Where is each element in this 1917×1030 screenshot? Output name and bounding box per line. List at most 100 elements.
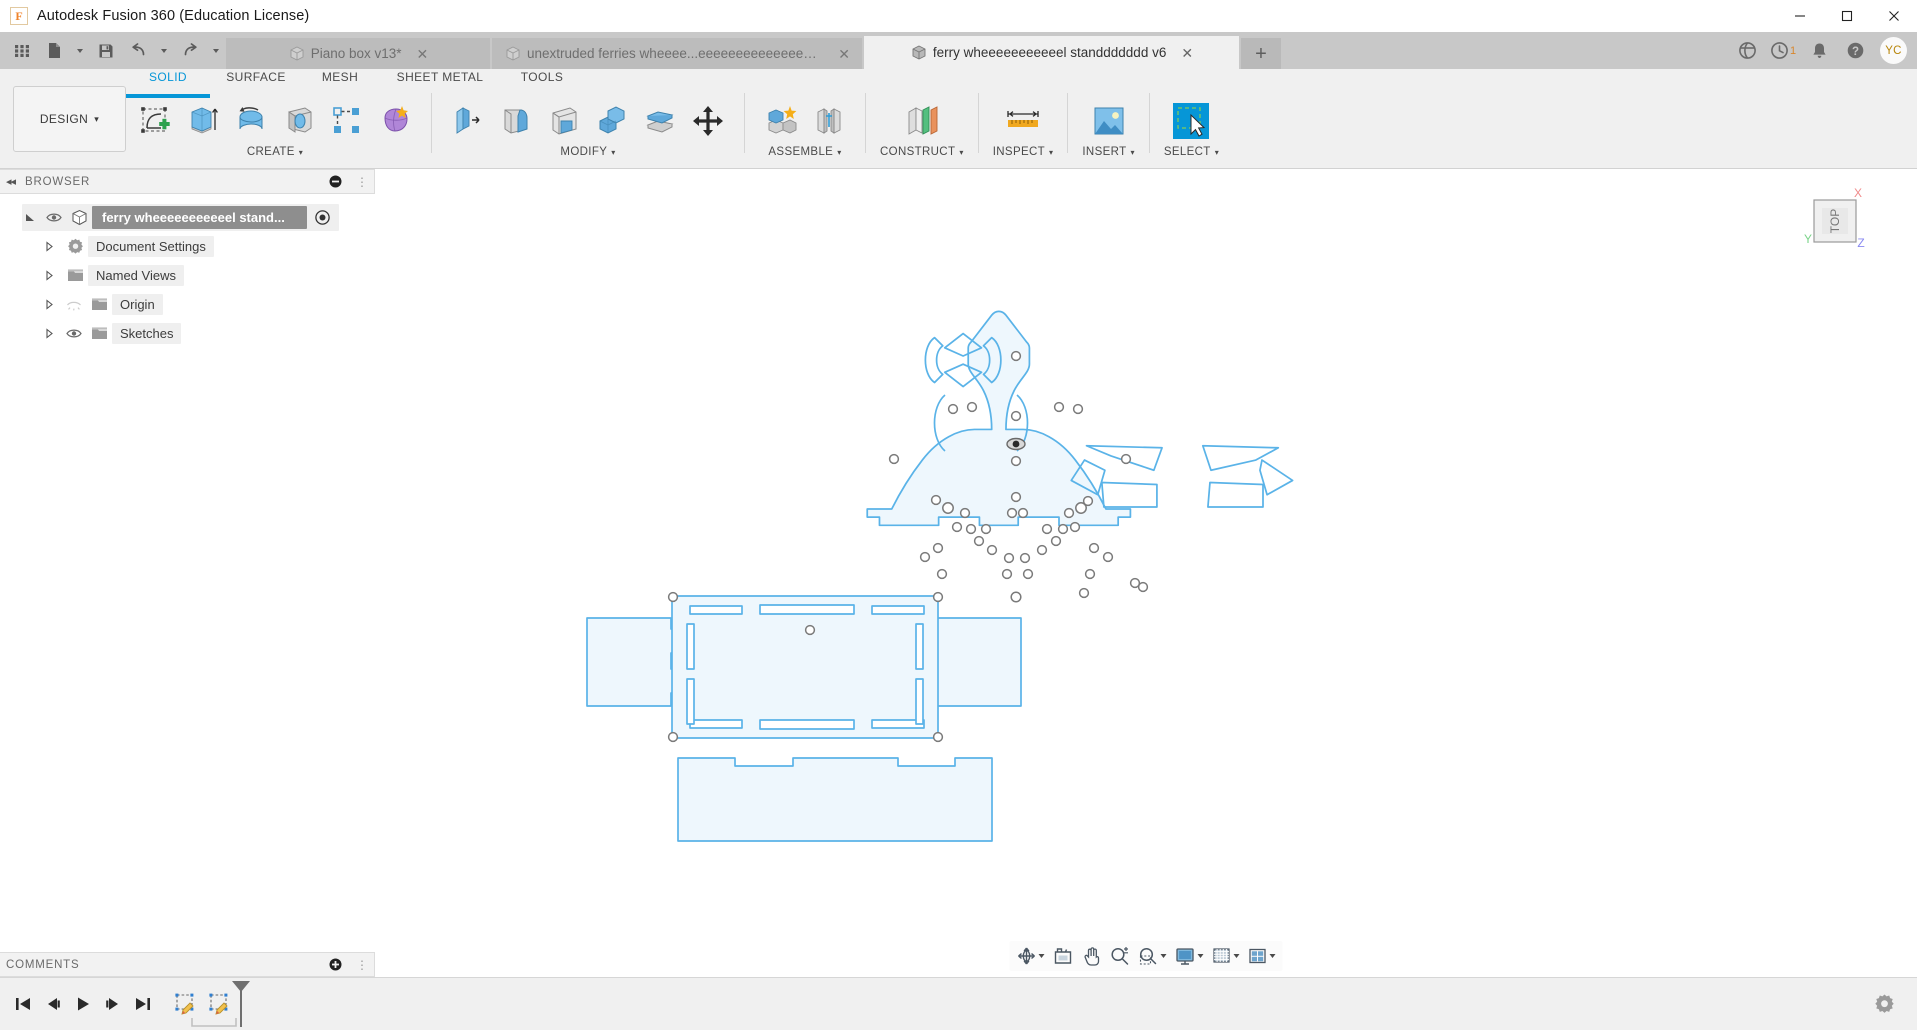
document-tab-1[interactable]: Piano box v13* ✕ xyxy=(226,38,490,69)
minus-circle-icon[interactable] xyxy=(329,175,342,188)
chevron-down-icon[interactable] xyxy=(1038,954,1045,958)
document-tab-3[interactable]: ferry wheeeeeeeeeeel standdddddd v6 ✕ xyxy=(864,36,1239,69)
save-button[interactable] xyxy=(90,35,122,67)
panel-select-label[interactable]: SELECT ▾ xyxy=(1164,146,1219,158)
panel-modify-label[interactable]: MODIFY ▾ xyxy=(560,146,615,158)
tree-item-named-views[interactable]: Named Views xyxy=(0,261,375,290)
timeline-go-to-end[interactable] xyxy=(128,986,158,1022)
new-document-button[interactable] xyxy=(38,35,70,67)
shell-tool[interactable] xyxy=(542,99,586,143)
view-cube[interactable]: TOP X Y Z xyxy=(1800,183,1870,253)
expand-triangle-icon[interactable] xyxy=(24,212,42,224)
chevron-down-icon[interactable] xyxy=(1160,954,1167,958)
display-settings-tool[interactable] xyxy=(1172,943,1207,969)
tab-mesh[interactable]: MESH xyxy=(302,67,378,89)
grip-icon[interactable]: ⋮ xyxy=(356,958,368,972)
joint-tool[interactable] xyxy=(807,99,851,143)
notifications-bell-icon[interactable] xyxy=(1802,34,1836,68)
select-tool[interactable] xyxy=(1169,99,1213,143)
measure-tool[interactable] xyxy=(999,99,1047,143)
timeline-step-forward[interactable] xyxy=(98,986,128,1022)
pan-tool[interactable] xyxy=(1079,943,1105,969)
tab-sheet-metal[interactable]: SHEET METAL xyxy=(378,67,502,89)
create-sketch-tool[interactable] xyxy=(133,99,177,143)
new-tab-button[interactable]: + xyxy=(1241,38,1281,69)
panel-assemble-label[interactable]: ASSEMBLE ▾ xyxy=(768,146,841,158)
chevron-down-icon[interactable] xyxy=(1233,954,1240,958)
form-tool[interactable] xyxy=(373,99,417,143)
tab-tools[interactable]: TOOLS xyxy=(502,67,582,89)
redo-button[interactable] xyxy=(174,35,206,67)
tab-surface[interactable]: SURFACE xyxy=(210,67,302,89)
plus-circle-icon[interactable] xyxy=(329,958,342,971)
title-bar: F Autodesk Fusion 360 (Education License… xyxy=(0,0,1917,32)
fit-tool[interactable] xyxy=(1135,943,1170,969)
design-canvas[interactable]: TOP X Y Z xyxy=(375,169,1917,977)
tab-solid[interactable]: SOLID xyxy=(126,67,210,98)
redo-caret-icon[interactable] xyxy=(206,35,226,67)
panel-insert-label[interactable]: INSERT ▾ xyxy=(1082,146,1134,158)
chevron-down-icon[interactable] xyxy=(1269,954,1276,958)
minimize-icon[interactable] xyxy=(1776,0,1823,32)
main-body: ◂◂ BROWSER ⋮ ferry wheeeeeeeeeeel stand.… xyxy=(0,169,1917,977)
document-tab-2[interactable]: unextruded ferries wheeee...eeeeeeeeeeee… xyxy=(492,38,862,69)
offset-face-tool[interactable] xyxy=(638,99,682,143)
zoom-tool[interactable] xyxy=(1107,943,1133,969)
orbit-tool[interactable] xyxy=(1014,943,1048,969)
pattern-tool[interactable] xyxy=(325,99,369,143)
grid-snaps-tool[interactable] xyxy=(1209,943,1243,969)
sketch-geometry[interactable] xyxy=(375,169,1917,977)
combine-tool[interactable] xyxy=(590,99,634,143)
comments-panel-header[interactable]: COMMENTS ⋮ xyxy=(0,952,375,977)
move-copy-tool[interactable] xyxy=(686,99,730,143)
expand-triangle-icon[interactable] xyxy=(44,241,62,252)
timeline-step-back[interactable] xyxy=(38,986,68,1022)
workspace-switcher[interactable]: DESIGN ▾ xyxy=(13,86,126,152)
thicken-tool[interactable] xyxy=(446,99,490,143)
visibility-eye-off-icon[interactable] xyxy=(62,299,86,311)
new-component-tool[interactable] xyxy=(759,99,803,143)
job-status-icon[interactable]: 1 xyxy=(1766,34,1800,68)
expand-triangle-icon[interactable] xyxy=(44,299,62,310)
extrude-tool[interactable] xyxy=(181,99,225,143)
close-icon[interactable] xyxy=(1870,0,1917,32)
folder-icon xyxy=(86,326,112,341)
timeline-settings-gear-icon[interactable] xyxy=(1874,994,1895,1015)
expand-triangle-icon[interactable] xyxy=(44,270,62,281)
expand-triangle-icon[interactable] xyxy=(44,328,62,339)
timeline-go-to-beginning[interactable] xyxy=(8,986,38,1022)
visibility-eye-icon[interactable] xyxy=(62,328,86,339)
tree-item-document-settings[interactable]: Document Settings xyxy=(0,232,375,261)
new-document-caret-icon[interactable] xyxy=(70,35,90,67)
close-tab-icon[interactable]: ✕ xyxy=(838,47,850,61)
fillet-tool[interactable] xyxy=(494,99,538,143)
insert-image-tool[interactable] xyxy=(1087,99,1131,143)
chevron-down-icon[interactable] xyxy=(1197,954,1204,958)
sweep-tool[interactable] xyxy=(277,99,321,143)
offset-plane-tool[interactable] xyxy=(898,99,946,143)
app-grid-button[interactable] xyxy=(6,35,38,67)
tree-item-origin[interactable]: Origin xyxy=(0,290,375,319)
tree-item-root-component[interactable]: ferry wheeeeeeeeeeel stand... xyxy=(0,203,375,232)
look-at-tool[interactable] xyxy=(1050,943,1077,969)
grip-icon[interactable]: ⋮ xyxy=(356,175,368,189)
tree-item-sketches[interactable]: Sketches xyxy=(0,319,375,348)
panel-construct-label[interactable]: CONSTRUCT ▾ xyxy=(880,146,964,158)
viewports-tool[interactable] xyxy=(1245,943,1279,969)
maximize-icon[interactable] xyxy=(1823,0,1870,32)
panel-create-label[interactable]: CREATE ▾ xyxy=(247,146,303,158)
revolve-tool[interactable] xyxy=(229,99,273,143)
activate-component-icon[interactable] xyxy=(311,210,333,225)
extensions-icon[interactable] xyxy=(1730,34,1764,68)
timeline-play[interactable] xyxy=(68,986,98,1022)
close-tab-icon[interactable]: ✕ xyxy=(417,47,429,61)
panel-assemble-tools xyxy=(759,89,851,143)
undo-caret-icon[interactable] xyxy=(154,35,174,67)
help-icon[interactable]: ? xyxy=(1838,34,1872,68)
close-tab-icon[interactable]: ✕ xyxy=(1181,46,1193,60)
visibility-eye-icon[interactable] xyxy=(42,212,66,223)
avatar[interactable]: YC xyxy=(1880,37,1907,64)
panel-inspect-label[interactable]: INSPECT ▾ xyxy=(993,146,1054,158)
collapse-panel-icon[interactable]: ◂◂ xyxy=(6,175,16,188)
undo-button[interactable] xyxy=(122,35,154,67)
